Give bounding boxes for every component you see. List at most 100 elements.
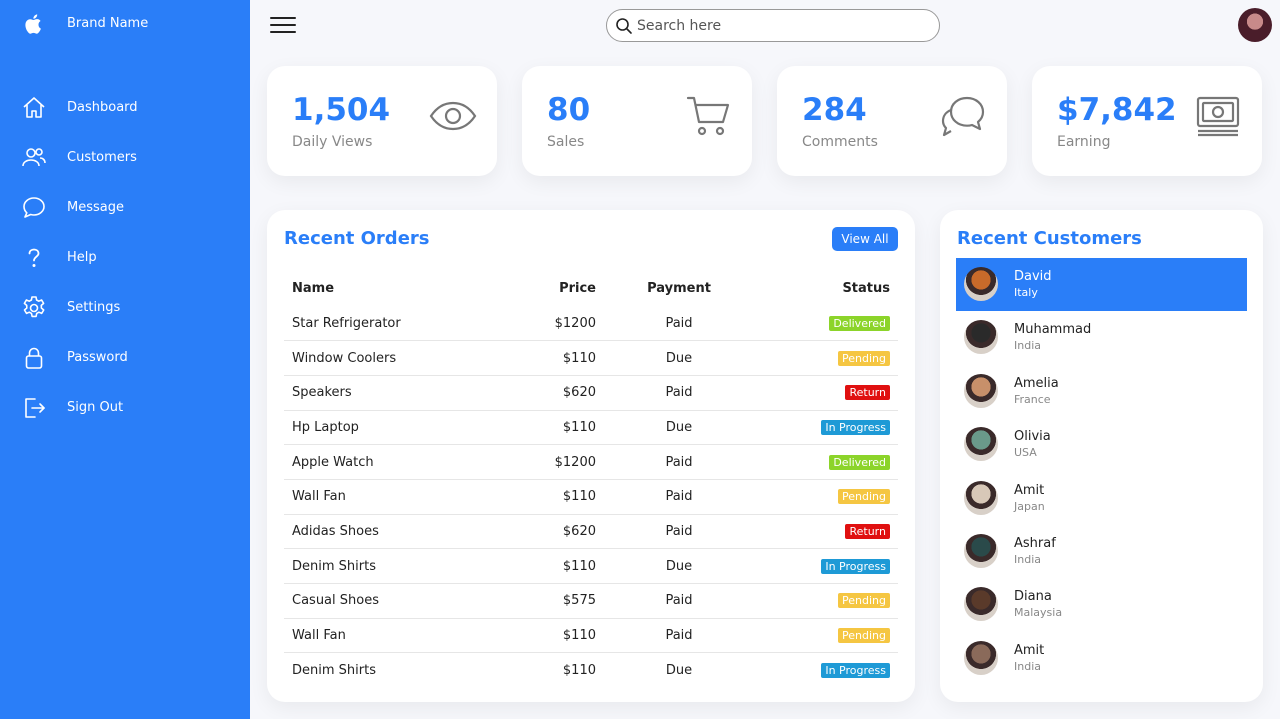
customer-list-item[interactable]: Olivia USA <box>956 418 1247 471</box>
hamburger-line <box>270 17 296 19</box>
status-badge: In Progress <box>821 662 890 678</box>
order-payment: Due <box>604 340 754 376</box>
cash-icon <box>1196 96 1240 137</box>
order-payment: Paid <box>604 479 754 515</box>
order-price: $110 <box>514 410 604 446</box>
customer-list-item[interactable]: Amelia France <box>956 365 1247 418</box>
order-price: $620 <box>514 375 604 411</box>
orders-table: Name Price Payment Status Star Refrigera… <box>284 270 898 688</box>
recent-customers-title: Recent Customers <box>957 228 1142 249</box>
customer-country: India <box>1014 339 1041 353</box>
customer-list-item[interactable]: Ashraf India <box>956 525 1247 578</box>
column-header-status: Status <box>842 280 890 296</box>
eye-icon <box>429 101 477 131</box>
stat-card-daily-views: 1,504 Daily Views <box>267 66 497 176</box>
order-name: Star Refrigerator <box>284 306 514 342</box>
recent-orders-title: Recent Orders <box>284 228 430 249</box>
table-row[interactable]: Wall Fan $110 Paid Pending <box>284 618 898 654</box>
customer-list-item[interactable]: Amit India <box>956 632 1247 685</box>
brand[interactable]: Brand Name <box>0 0 250 50</box>
stat-label: Earning <box>1057 134 1111 150</box>
sidebar-item-help[interactable]: Help <box>0 238 250 278</box>
table-row[interactable]: Speakers $620 Paid Return <box>284 375 898 411</box>
table-row[interactable]: Casual Shoes $575 Paid Pending <box>284 583 898 619</box>
table-row[interactable]: Denim Shirts $110 Due In Progress <box>284 548 898 584</box>
table-row[interactable]: Star Refrigerator $1200 Paid Delivered <box>284 306 898 342</box>
sidebar-item-label: Customers <box>67 150 137 165</box>
column-header-name: Name <box>292 280 335 296</box>
customer-avatar <box>964 427 998 462</box>
customer-country: Japan <box>1014 499 1045 513</box>
sidebar-item-settings[interactable]: Settings <box>0 288 250 328</box>
table-row[interactable]: Apple Watch $1200 Paid Delivered <box>284 444 898 480</box>
order-name: Casual Shoes <box>284 583 514 619</box>
sidebar: Brand Name Dashboard Customers Message H… <box>0 0 250 719</box>
table-row[interactable]: Window Coolers $110 Due Pending <box>284 340 898 376</box>
customer-name: Muhammad <box>1014 322 1092 338</box>
customer-name: Amit <box>1014 642 1045 658</box>
order-price: $110 <box>514 340 604 376</box>
order-name: Window Coolers <box>284 340 514 376</box>
sidebar-item-sign-out[interactable]: Sign Out <box>0 388 250 428</box>
people-icon <box>22 148 46 167</box>
sidebar-item-customers[interactable]: Customers <box>0 138 250 178</box>
order-status-cell: In Progress <box>754 548 898 584</box>
stat-label: Sales <box>547 134 585 150</box>
sidebar-item-label: Message <box>67 200 124 215</box>
order-name: Hp Laptop <box>284 410 514 446</box>
table-row[interactable]: Adidas Shoes $620 Paid Return <box>284 514 898 550</box>
table-row[interactable]: Hp Laptop $110 Due In Progress <box>284 410 898 446</box>
customer-list-item[interactable]: Amit Japan <box>956 472 1247 525</box>
customer-avatar <box>964 267 998 301</box>
sidebar-item-message[interactable]: Message <box>0 188 250 228</box>
sidebar-item-password[interactable]: Password <box>0 338 250 378</box>
order-status-cell: Return <box>754 375 898 411</box>
table-row[interactable]: Wall Fan $110 Paid Pending <box>284 479 898 515</box>
customer-avatar <box>964 373 998 408</box>
order-status-cell: In Progress <box>754 410 898 446</box>
view-all-button[interactable]: View All <box>832 227 898 251</box>
order-payment: Paid <box>604 514 754 550</box>
table-row[interactable]: Denim Shirts $110 Due In Progress <box>284 653 898 688</box>
search-box <box>606 9 940 42</box>
hamburger-line <box>270 24 296 26</box>
gear-icon <box>23 296 45 318</box>
stat-label: Comments <box>802 134 878 150</box>
order-name: Wall Fan <box>284 479 514 515</box>
order-payment: Paid <box>604 306 754 342</box>
order-status-cell: Pending <box>754 340 898 376</box>
customer-name: Diana <box>1014 589 1052 605</box>
stat-value: 1,504 <box>292 92 391 128</box>
user-avatar[interactable] <box>1238 8 1272 42</box>
sidebar-item-label: Password <box>67 350 128 365</box>
customer-list-item[interactable]: David Italy <box>956 258 1247 311</box>
customer-list-item[interactable]: Muhammad India <box>956 311 1247 364</box>
sidebar-item-dashboard[interactable]: Dashboard <box>0 88 250 128</box>
order-payment: Due <box>604 410 754 446</box>
order-price: $110 <box>562 662 596 678</box>
order-status-cell: Pending <box>754 618 898 654</box>
order-name: Speakers <box>284 375 514 411</box>
apple-icon <box>25 14 41 34</box>
stat-card-earning: $7,842 Earning <box>1032 66 1262 176</box>
stat-value: 80 <box>547 92 591 128</box>
table-header-row: Name Price Payment Status <box>284 270 898 306</box>
customer-list-item[interactable]: Diana Malaysia <box>956 578 1247 631</box>
status-badge: Delivered <box>829 315 890 331</box>
stat-value: 284 <box>802 92 867 128</box>
order-price: $110 <box>514 548 604 584</box>
sign-out-icon <box>25 398 45 418</box>
order-payment: Paid <box>604 375 754 411</box>
search-input[interactable] <box>637 15 927 37</box>
order-status-cell: Delivered <box>754 306 898 342</box>
status-badge: Pending <box>838 628 890 644</box>
status-badge: Pending <box>838 593 890 609</box>
status-badge: Return <box>845 385 890 401</box>
order-name: Denim Shirts <box>292 662 376 678</box>
hamburger-line <box>270 31 296 33</box>
customer-name: David <box>1014 269 1052 284</box>
lock-icon <box>25 347 43 369</box>
status-badge: Return <box>845 523 890 539</box>
stat-card-comments: 284 Comments <box>777 66 1007 176</box>
menu-toggle-button[interactable] <box>270 14 296 36</box>
